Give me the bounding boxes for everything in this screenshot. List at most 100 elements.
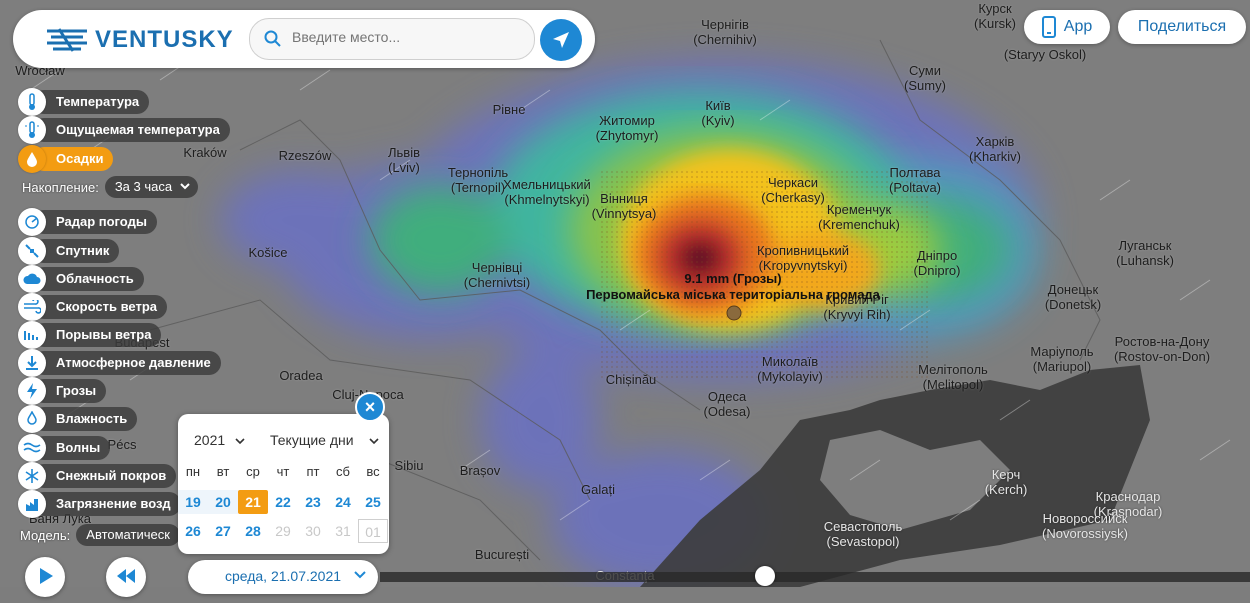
city-latin-name: (Cherkasy) bbox=[761, 190, 825, 205]
accumulation-value: За 3 часа bbox=[114, 179, 173, 194]
calendar-day[interactable]: 19 bbox=[178, 490, 208, 514]
city-latin-name: (Odesa) bbox=[703, 404, 751, 419]
city-label: Oradea bbox=[279, 368, 322, 383]
snowflake-icon bbox=[18, 462, 46, 490]
layer-item[interactable]: Радар погоды bbox=[18, 208, 157, 236]
accumulation-select[interactable]: За 3 часа bbox=[104, 176, 199, 198]
search-input[interactable] bbox=[290, 28, 524, 46]
city-label: Galați bbox=[581, 482, 615, 497]
calendar-day[interactable]: 25 bbox=[358, 490, 388, 514]
play-button[interactable] bbox=[25, 557, 65, 597]
model-select[interactable]: Автоматическ bbox=[76, 524, 180, 546]
humidity-icon bbox=[18, 405, 46, 433]
city-label: Чернігів (Chernihiv) bbox=[693, 17, 757, 47]
app-button[interactable]: App bbox=[1024, 10, 1110, 44]
city-name: Košice bbox=[248, 245, 288, 260]
calendar-day[interactable]: 20 bbox=[208, 490, 238, 514]
calendar-day[interactable]: 22 bbox=[268, 490, 298, 514]
city-latin-name: (Ternopil) bbox=[450, 180, 506, 195]
city-label: Київ (Kyiv) bbox=[701, 98, 734, 128]
radar-icon bbox=[18, 208, 46, 236]
calendar-day: 31 bbox=[335, 523, 351, 539]
city-name: Oradea bbox=[279, 368, 323, 383]
calendar-day[interactable]: 21 bbox=[238, 490, 268, 514]
city-label: Суми (Sumy) bbox=[904, 63, 946, 93]
city-latin-name: (Vinnytsya) bbox=[591, 206, 657, 221]
phone-icon bbox=[1041, 16, 1056, 38]
point-info: 9.1 mm (Грозы) Первомайська міська терит… bbox=[586, 271, 880, 303]
layer-item[interactable]: Грозы bbox=[18, 377, 107, 405]
city-name: Севастополь bbox=[823, 519, 903, 534]
chevron-down-icon bbox=[369, 438, 380, 445]
calendar-day[interactable]: 24 bbox=[328, 490, 358, 514]
layer-item[interactable]: Скорость ветра bbox=[18, 293, 167, 321]
city-latin-name: (Mariupol) bbox=[1032, 359, 1092, 374]
calendar-popup: 2021 Текущие дни пн вт ср чт пт сб вс 19 20 21 22… bbox=[178, 414, 389, 554]
city-latin-name: (Lviv) bbox=[388, 160, 420, 175]
city-name: Керч bbox=[991, 467, 1021, 482]
layer-label: Загрязнение возд bbox=[32, 492, 181, 516]
city-label: Житомир (Zhytomyr) bbox=[596, 113, 659, 143]
city-latin-name: (Dnipro) bbox=[913, 263, 961, 278]
locate-button[interactable] bbox=[540, 19, 582, 61]
city-latin-name: (Kyiv) bbox=[701, 113, 735, 128]
city-name: Харків bbox=[975, 134, 1015, 149]
city-name: Вінниця bbox=[600, 191, 648, 206]
brand-name: VENTUSKY bbox=[95, 26, 234, 53]
city-latin-name: (Kryvyi Rih) bbox=[823, 307, 891, 322]
layer-item[interactable]: Загрязнение возд bbox=[18, 490, 181, 518]
timeline-track[interactable] bbox=[380, 572, 1250, 582]
layer-item[interactable]: Атмосферное давление bbox=[18, 349, 221, 377]
city-label: Хмельницький (Khmelnytskyi) bbox=[503, 177, 591, 207]
city-name: Рівне bbox=[492, 102, 526, 117]
range-select[interactable]: Текущие дни bbox=[270, 432, 380, 448]
timeline-handle[interactable] bbox=[755, 566, 775, 586]
search-box[interactable] bbox=[249, 18, 535, 60]
layer-item[interactable]: Порывы ветра bbox=[18, 321, 162, 349]
city-label: Мелітополь (Melitopol) bbox=[918, 362, 988, 392]
year-select[interactable]: 2021 bbox=[194, 432, 245, 448]
calendar-day[interactable]: 23 bbox=[298, 490, 328, 514]
city-latin-name: (Kremenchuk) bbox=[818, 217, 900, 232]
layer-item[interactable]: Снежный покров bbox=[18, 462, 177, 490]
city-label: (Staryy Oskol) bbox=[1004, 47, 1086, 62]
city-latin-name: (Chernihiv) bbox=[693, 32, 757, 47]
city-label: Луганськ (Luhansk) bbox=[1116, 238, 1174, 268]
layer-label: Атмосферное давление bbox=[32, 351, 221, 375]
city-name: Одеса bbox=[707, 389, 747, 404]
ventusky-logo[interactable]: VENTUSKY bbox=[45, 26, 234, 54]
city-name: Київ bbox=[705, 98, 731, 113]
layer-item[interactable]: Осадки bbox=[18, 145, 114, 173]
city-name: Chișinău bbox=[605, 372, 657, 387]
rewind-button[interactable] bbox=[106, 557, 146, 597]
close-calendar-button[interactable]: × bbox=[355, 392, 385, 422]
share-label: Поделиться bbox=[1137, 18, 1227, 35]
city-label: București bbox=[475, 547, 529, 562]
city-name: Черкаси bbox=[767, 175, 819, 190]
layer-label: Снежный покров bbox=[32, 464, 177, 488]
layer-item[interactable]: Температура bbox=[18, 88, 150, 116]
city-label: Одеса (Odesa) bbox=[704, 389, 751, 419]
layer-item[interactable]: Волны bbox=[18, 434, 111, 462]
calendar-day[interactable]: 26 bbox=[178, 519, 208, 543]
date-select[interactable]: среда, 21.07.2021 bbox=[188, 560, 378, 594]
city-latin-name: (Kursk) bbox=[974, 16, 1016, 31]
layer-label: Облачность bbox=[32, 267, 144, 291]
city-name: Краснодар bbox=[1095, 489, 1161, 504]
close-icon: × bbox=[364, 396, 376, 417]
gust-icon bbox=[18, 321, 46, 349]
calendar-day[interactable]: 28 bbox=[238, 519, 268, 543]
layer-item[interactable]: Влажность bbox=[18, 405, 138, 433]
calendar-week: 26 27 28 29 30 31 01 bbox=[178, 519, 389, 543]
layer-item[interactable]: Спутник bbox=[18, 237, 120, 265]
city-label: Кропивницький (Kropyvnytskyi) bbox=[757, 243, 849, 273]
calendar-day[interactable]: 27 bbox=[208, 519, 238, 543]
city-label: Košice bbox=[248, 245, 287, 260]
layer-item[interactable]: Ощущаемая температура bbox=[18, 116, 230, 144]
city-latin-name: (Kharkiv) bbox=[968, 149, 1022, 164]
layer-label: Ощущаемая температура bbox=[32, 118, 230, 142]
city-latin-name: (Zhytomyr) bbox=[595, 128, 659, 143]
layer-item[interactable]: Облачность bbox=[18, 265, 144, 293]
share-button[interactable]: Поделиться bbox=[1118, 10, 1246, 44]
city-name: Кременчук bbox=[826, 202, 892, 217]
